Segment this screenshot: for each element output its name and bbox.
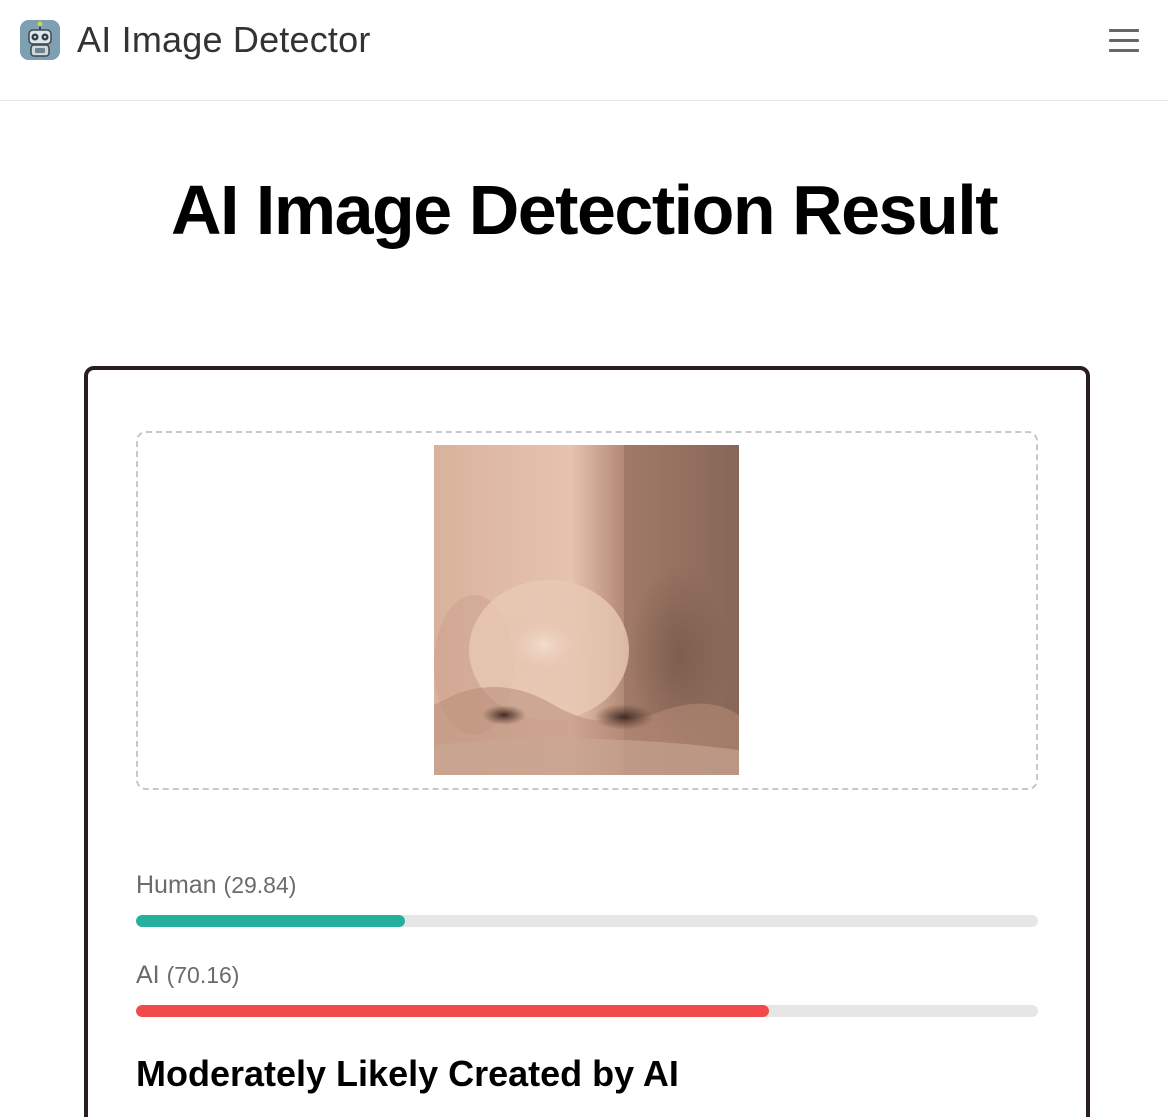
human-score-fill	[136, 915, 406, 927]
ai-label-name: AI	[136, 961, 160, 989]
human-score-value: (29.84)	[223, 872, 297, 898]
result-card: Human (29.84) AI (70.16) Moderately Like…	[84, 366, 1090, 1117]
uploaded-image	[434, 445, 739, 775]
ai-score-value: (70.16)	[166, 962, 240, 988]
verdict-heading: Moderately Likely Created by AI	[136, 1053, 679, 1094]
human-score-bar	[136, 915, 1038, 927]
hamburger-menu-icon[interactable]	[1100, 22, 1148, 60]
human-label-name: Human	[136, 871, 217, 899]
ai-score-label: AI (70.16)	[136, 959, 239, 991]
top-navbar: AI Image Detector	[0, 0, 1168, 101]
ai-score-fill	[136, 1005, 769, 1017]
brand-name[interactable]: AI Image Detector	[77, 18, 371, 62]
page-title: AI Image Detection Result	[170, 171, 999, 249]
ai-score-bar	[136, 1005, 1038, 1017]
robot-icon[interactable]	[20, 20, 60, 60]
human-score-label: Human (29.84)	[136, 869, 296, 901]
image-dropzone[interactable]	[136, 431, 1038, 790]
